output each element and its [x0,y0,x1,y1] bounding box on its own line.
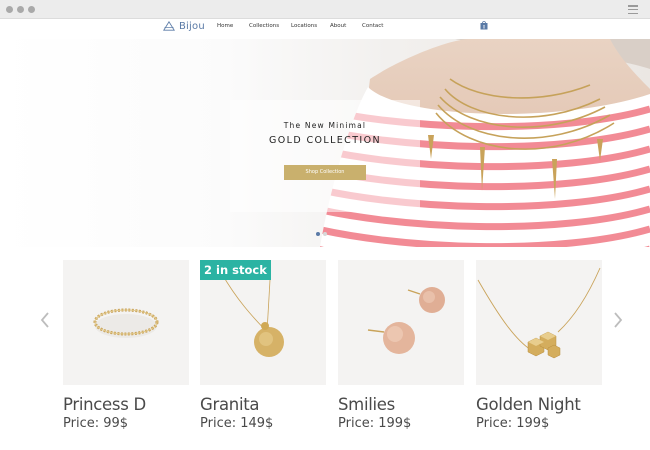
ring-image [93,308,159,338]
product-image[interactable] [63,260,189,385]
chevron-left-icon[interactable] [39,311,51,329]
product-card[interactable]: Smilies Price: 199$ [338,260,464,431]
product-image[interactable] [338,260,464,385]
shop-collection-button[interactable]: Shop Collection [284,165,366,180]
chevron-right-icon[interactable] [612,311,624,329]
product-name[interactable]: Smilies [338,395,464,414]
product-price: Price: 149$ [200,416,274,431]
product-price: Price: 199$ [338,416,412,431]
window-dot[interactable] [6,6,13,13]
hero-text-panel [230,100,420,212]
earrings-image [367,287,445,354]
product-image[interactable] [476,260,602,385]
product-name[interactable]: Princess D [63,395,189,414]
logo-text: Bijou [179,20,205,32]
product-card[interactable]: 2 in stock Granita Price: 149$ [200,260,326,431]
product-name[interactable]: Granita [200,395,326,414]
shopping-bag-icon[interactable]: 0 [480,20,488,30]
logo[interactable]: Bijou [163,19,205,33]
slider-dot[interactable] [323,232,327,236]
window-dot[interactable] [17,6,24,13]
nav-contact[interactable]: Contact [362,23,392,29]
product-image[interactable]: 2 in stock [200,260,326,385]
nav-about[interactable]: About [330,23,362,29]
slider-dot[interactable] [316,232,320,236]
cart-count: 0 [483,24,486,29]
slider-dots [316,232,327,236]
hero-subtitle: The New Minimal [283,121,367,130]
triangle-logo-icon [163,21,175,31]
hamburger-icon[interactable] [628,5,638,14]
product-name[interactable]: Golden Night [476,395,602,414]
product-price: Price: 99$ [63,416,129,431]
nav-collections[interactable]: Collections [249,23,291,29]
cube-necklace-image [477,267,601,359]
nav-home[interactable]: Home [217,23,249,29]
site-header: Bijou Home Collections Locations About C… [0,19,650,39]
product-card[interactable]: Golden Night Price: 199$ [476,260,602,431]
browser-chrome [0,0,650,19]
window-controls [6,6,35,13]
window-dot[interactable] [28,6,35,13]
product-price: Price: 199$ [476,416,550,431]
product-card[interactable]: Princess D Price: 99$ [63,260,189,431]
product-carousel: Princess D Price: 99$ 2 in stock Granita… [0,247,650,450]
main-nav: Home Collections Locations About Contact [217,19,392,33]
hero-banner: The New Minimal GOLD COLLECTION Shop Col… [0,39,650,247]
stock-badge: 2 in stock [200,260,271,280]
hero-title: GOLD COLLECTION [269,135,381,146]
nav-locations[interactable]: Locations [291,23,330,29]
